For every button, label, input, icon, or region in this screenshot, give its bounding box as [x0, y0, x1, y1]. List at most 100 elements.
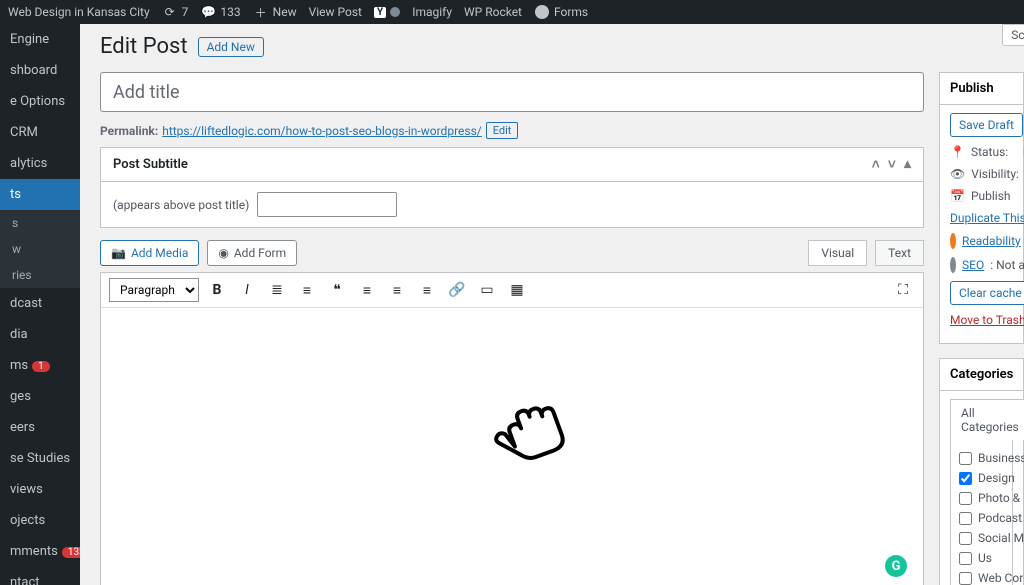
clear-cache-button[interactable]: Clear cache	[950, 281, 1024, 305]
sidebar-subitem[interactable]: w	[0, 236, 80, 262]
view-post-link[interactable]: View Post	[309, 5, 362, 19]
text-tab[interactable]: Text	[875, 240, 924, 266]
sidebar-item[interactable]: eers	[0, 412, 80, 443]
move-to-trash-link[interactable]: Move to Trash	[950, 313, 1024, 327]
sidebar-item[interactable]: se Studies	[0, 443, 80, 474]
subtitle-heading: Post Subtitle	[113, 157, 188, 172]
subtitle-hint: (appears above post title)	[113, 198, 249, 212]
admin-bar: Web Design in Kansas City ⟳7 💬133 ＋New V…	[0, 0, 1024, 24]
category-item[interactable]: Podcast	[959, 508, 1004, 528]
permalink-url[interactable]: https://liftedlogic.com/how-to-post-seo-…	[162, 124, 482, 138]
format-select[interactable]: Paragraph	[109, 278, 199, 302]
category-checkbox[interactable]	[959, 472, 972, 485]
post-subtitle-box: Post Subtitle ˄ ˅ ▴ (appears above post …	[100, 147, 924, 228]
yoast-icon[interactable]: Y	[374, 7, 400, 18]
sidebar-item[interactable]: ntact	[0, 567, 80, 585]
seo-link[interactable]: SEO	[962, 258, 984, 272]
duplicate-link[interactable]: Duplicate This	[950, 211, 1024, 225]
sidebar-item[interactable]: CRM	[0, 117, 80, 148]
sidebar-item[interactable]: mments133	[0, 536, 80, 567]
site-name[interactable]: Web Design in Kansas City	[8, 5, 150, 19]
align-right-button[interactable]: ≡	[415, 278, 439, 302]
category-item[interactable]: Photo &	[959, 488, 1004, 508]
category-checkbox[interactable]	[959, 492, 972, 505]
admin-sidebar: Engineshboarde OptionsCRMalytics ts swri…	[0, 24, 80, 585]
screen-options-button[interactable]: Scre	[1002, 24, 1024, 46]
bold-button[interactable]: B	[205, 278, 229, 302]
grammarly-icon[interactable]: G	[885, 555, 907, 577]
media-icon: 📷	[111, 246, 126, 260]
save-draft-button[interactable]: Save Draft	[950, 113, 1023, 137]
bullet-list-button[interactable]: ≣	[265, 278, 289, 302]
imagify-link[interactable]: Imagify	[412, 5, 452, 19]
caret-up-icon[interactable]: ▴	[904, 156, 911, 173]
number-list-button[interactable]: ≡	[295, 278, 319, 302]
sidebar-item[interactable]: e Options	[0, 86, 80, 117]
publish-box: Publish Save Draft 📍Status: Dra 👁Visibil…	[939, 72, 1024, 344]
editor-toolbar: Paragraph B I ≣ ≡ ❝ ≡ ≡ ≡ 🔗 ▭ ▦ ⛶	[101, 273, 923, 308]
sidebar-item-posts[interactable]: ts	[0, 179, 80, 210]
sidebar-subitem[interactable]: ries	[0, 262, 80, 288]
category-checkbox[interactable]	[959, 572, 972, 585]
permalink-edit-button[interactable]: Edit	[486, 122, 519, 139]
sidebar-item[interactable]: Engine	[0, 24, 80, 55]
add-form-button[interactable]: ◉ Add Form	[207, 240, 297, 266]
align-center-button[interactable]: ≡	[385, 278, 409, 302]
new-menu[interactable]: ＋New	[253, 4, 297, 20]
seo-icon	[950, 257, 956, 273]
meta-column: Publish Save Draft 📍Status: Dra 👁Visibil…	[939, 72, 1024, 585]
sidebar-subitem[interactable]: s	[0, 210, 80, 236]
link-button[interactable]: 🔗	[445, 278, 469, 302]
more-button[interactable]: ▭	[475, 278, 499, 302]
blockquote-button[interactable]: ❝	[325, 278, 349, 302]
visual-tab[interactable]: Visual	[808, 240, 867, 266]
editor-column: Permalink: https://liftedlogic.com/how-t…	[100, 72, 924, 585]
post-title-input[interactable]	[100, 72, 924, 112]
readability-icon	[950, 233, 956, 249]
add-media-button[interactable]: 📷 Add Media	[100, 240, 199, 266]
sidebar-item[interactable]: alytics	[0, 148, 80, 179]
category-item[interactable]: Us	[959, 548, 1004, 568]
category-checkbox[interactable]	[959, 452, 972, 465]
updates-icon[interactable]: ⟳7	[162, 4, 189, 20]
key-icon: 📍	[950, 145, 965, 159]
categories-box: Categories All Categories BusinessDesign…	[939, 358, 1024, 585]
align-left-button[interactable]: ≡	[355, 278, 379, 302]
wp-rocket-link[interactable]: WP Rocket	[464, 5, 522, 19]
category-item[interactable]: Design	[959, 468, 1004, 488]
sidebar-item[interactable]: dcast	[0, 288, 80, 319]
category-item[interactable]: Business	[959, 448, 1004, 468]
category-item[interactable]: Social M	[959, 528, 1004, 548]
calendar-icon: 📅	[950, 189, 965, 203]
italic-button[interactable]: I	[235, 278, 259, 302]
add-new-button[interactable]: Add New	[198, 37, 264, 57]
fullscreen-button[interactable]: ⛶	[891, 278, 915, 302]
subtitle-input[interactable]	[257, 192, 397, 217]
form-icon: ◉	[218, 246, 228, 260]
category-item[interactable]: Web Cor	[959, 568, 1004, 585]
category-checkbox[interactable]	[959, 552, 972, 565]
content-editor[interactable]: G	[101, 308, 923, 585]
sidebar-item[interactable]: shboard	[0, 55, 80, 86]
permalink-row: Permalink: https://liftedlogic.com/how-t…	[100, 122, 924, 139]
sidebar-item[interactable]: ges	[0, 381, 80, 412]
chevron-down-icon[interactable]: ˅	[888, 156, 896, 173]
category-checkbox[interactable]	[959, 532, 972, 545]
eye-icon: 👁	[950, 167, 965, 181]
sidebar-item[interactable]: views	[0, 474, 80, 505]
category-checkbox[interactable]	[959, 512, 972, 525]
toolbar-toggle-button[interactable]: ▦	[505, 278, 529, 302]
chevron-up-icon[interactable]: ˄	[872, 156, 880, 173]
permalink-label: Permalink:	[100, 124, 158, 138]
categories-list: BusinessDesignPhoto &PodcastSocial MUsWe…	[950, 439, 1013, 585]
forms-link[interactable]: Forms	[534, 4, 588, 20]
editor-wrap: Paragraph B I ≣ ≡ ❝ ≡ ≡ ≡ 🔗 ▭ ▦ ⛶ G Word…	[100, 272, 924, 585]
publish-heading: Publish	[940, 73, 1023, 105]
all-categories-tab[interactable]: All Categories	[950, 399, 1024, 440]
readability-link[interactable]: Readability	[962, 234, 1021, 248]
sidebar-item[interactable]: ojects	[0, 505, 80, 536]
comments-icon[interactable]: 💬133	[200, 4, 240, 20]
categories-heading: Categories	[940, 359, 1023, 391]
sidebar-item[interactable]: dia	[0, 319, 80, 350]
sidebar-item[interactable]: ms1	[0, 350, 80, 381]
